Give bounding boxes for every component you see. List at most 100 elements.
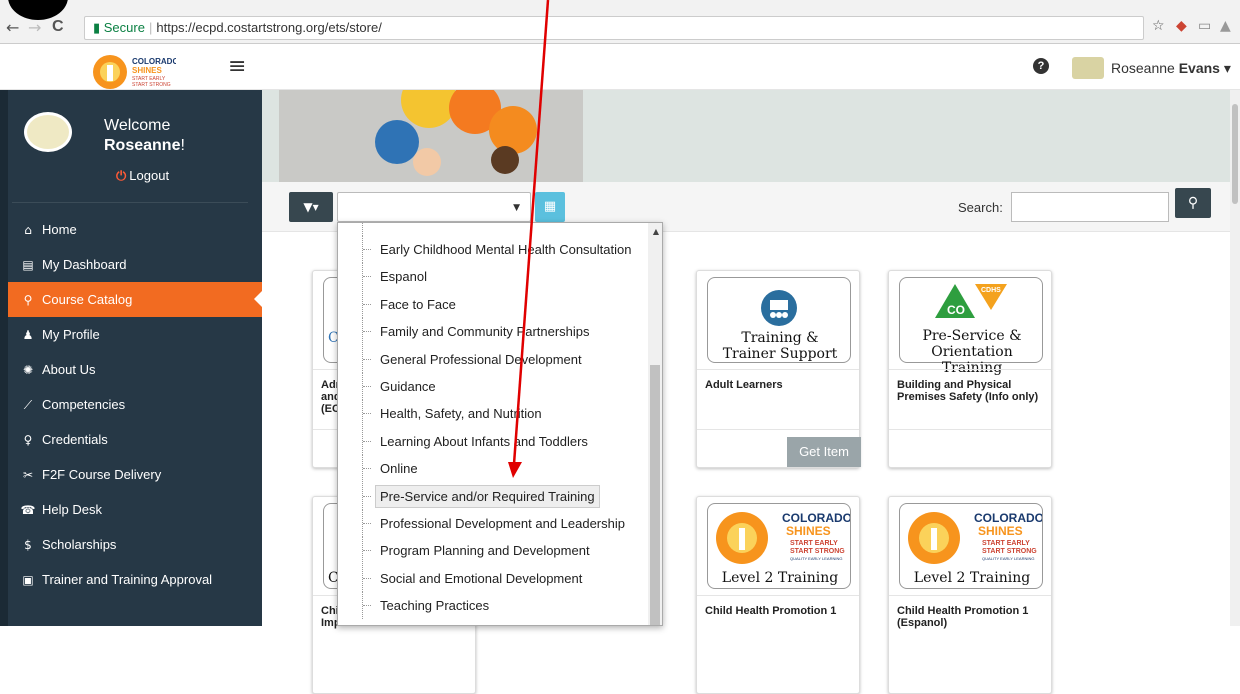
- tree-connector: [362, 263, 372, 291]
- get-item-button[interactable]: Get Item: [787, 437, 861, 467]
- card-logo-line-3: START EARLY: [982, 540, 1030, 547]
- sidebar-item-label: Trainer and Training Approval: [42, 572, 213, 587]
- course-card[interactable]: COLORADO SHINES START EARLY START STRONG…: [888, 496, 1052, 694]
- dropdown-option[interactable]: Program Planning and Development: [338, 537, 648, 565]
- dropdown-option[interactable]: Pre-Service and/or Required Training: [338, 482, 648, 510]
- cast-icon[interactable]: ▭: [1198, 18, 1211, 34]
- sidebar-item-about-us[interactable]: ✺ About Us: [8, 352, 262, 387]
- sidebar-item-competencies[interactable]: ⟋ Competencies: [8, 387, 262, 422]
- search-button[interactable]: ⚲: [1175, 188, 1211, 218]
- search-icon: ⚲: [1187, 195, 1199, 211]
- category-select[interactable]: ▼: [337, 192, 531, 222]
- scroll-up-icon[interactable]: ▲: [653, 227, 659, 236]
- category-dropdown-list[interactable]: Early Childhood Mental Health Consultati…: [337, 222, 663, 626]
- logout-link[interactable]: ⏻ Logout: [116, 168, 169, 184]
- dropdown-option[interactable]: Early Childhood Mental Health Consultati…: [338, 236, 648, 263]
- address-bar[interactable]: ▮ Secure | https://ecpd.costartstrong.org/…: [84, 16, 1144, 40]
- star-icon[interactable]: ☆: [1152, 18, 1165, 34]
- sidebar-item-my-profile[interactable]: ♟ My Profile: [8, 317, 262, 352]
- course-card[interactable]: CDHS CO Pre-Service & Orientation Traini…: [888, 270, 1052, 468]
- help-icon[interactable]: ?: [1033, 58, 1049, 74]
- sidebar-item-label: Home: [42, 222, 77, 237]
- forward-icon[interactable]: →: [28, 18, 41, 37]
- app-header: [0, 44, 1240, 90]
- sidebar-item-course-catalog[interactable]: ⚲ Course Catalog: [8, 282, 263, 317]
- sidebar-item-home[interactable]: ⌂ Home: [8, 212, 262, 247]
- card-logo-line-3: START EARLY: [790, 540, 838, 547]
- sidebar-item-icon: ♀: [23, 433, 33, 447]
- dropdown-scrollbar-thumb[interactable]: [650, 365, 660, 625]
- dropdown-option[interactable]: Social and Emotional Development: [338, 564, 648, 592]
- logo-line-4: START STRONG: [132, 82, 171, 88]
- course-image: COLORADO SHINES START EARLY START STRONG…: [707, 503, 851, 589]
- dropdown-option-label: Learning About Infants and Toddlers: [380, 433, 588, 449]
- extension-icon[interactable]: ◆: [1176, 18, 1187, 34]
- dropdown-option[interactable]: Health, Safety, and Nutrition: [338, 400, 648, 428]
- page-scrollbar-thumb[interactable]: [1232, 104, 1238, 204]
- course-image-line-2: Level 2 Training: [913, 570, 1031, 586]
- card-logo-line-2: SHINES: [978, 524, 1023, 538]
- tree-connector: [362, 592, 372, 620]
- filter-button[interactable]: ▼▾: [289, 192, 333, 222]
- dropdown-option[interactable]: General Professional Development: [338, 345, 648, 373]
- search-input[interactable]: [1011, 192, 1169, 222]
- tree-connector: [362, 318, 372, 346]
- colorado-shines-logo[interactable]: COLORADO SHINES START EARLY START STRONG: [92, 52, 179, 92]
- sidebar-item-label: Help Desk: [42, 502, 102, 517]
- sidebar-item-f2f-course-delivery[interactable]: ✂ F2F Course Delivery: [8, 457, 262, 492]
- menu-dots-icon[interactable]: ⋮: [1234, 18, 1240, 34]
- sidebar-item-scholarships[interactable]: $ Scholarships: [8, 527, 262, 562]
- sidebar-item-label: Competencies: [42, 397, 126, 412]
- dropdown-option-label: Health, Safety, and Nutrition: [380, 406, 542, 422]
- sidebar-item-help-desk[interactable]: ☎ Help Desk: [8, 492, 262, 527]
- dropdown-option[interactable]: Espanol: [338, 263, 648, 291]
- dropdown-option[interactable]: Guidance: [338, 373, 648, 400]
- course-title[interactable]: Adult Learners: [705, 379, 855, 391]
- trainer-icon: [761, 290, 797, 326]
- dropdown-option[interactable]: Teaching Practices: [338, 592, 648, 620]
- sidebar-item-my-dashboard[interactable]: ▤ My Dashboard: [8, 247, 262, 282]
- dropdown-option-label: Professional Development and Leadership: [380, 516, 625, 531]
- tree-connector: [362, 427, 372, 455]
- user-menu[interactable]: Roseanne Evans ▾: [1111, 60, 1231, 77]
- dropdown-item-partial[interactable]: [338, 223, 648, 236]
- url-separator: |: [148, 20, 153, 35]
- sidebar-item-credentials[interactable]: ♀ Credentials: [8, 422, 262, 457]
- tree-connector: [362, 564, 372, 592]
- colorado-shines-card-logo: COLORADO SHINES START EARLY START STRONG…: [908, 511, 1042, 564]
- browser-chrome: ← → C ▮ Secure | https://ecpd.costartstron…: [0, 0, 1240, 44]
- course-image-line-1: Pre-Service &: [922, 328, 1022, 344]
- course-title[interactable]: Child Health Promotion 1: [705, 605, 855, 617]
- card-divider: [889, 369, 1051, 370]
- dropdown-option[interactable]: Online: [338, 455, 648, 483]
- drive-icon[interactable]: ▲: [1220, 18, 1231, 34]
- sidebar-item-trainer-and-training-approval[interactable]: ▣ Trainer and Training Approval: [8, 562, 262, 597]
- logo-line-1: COLORADO: [132, 57, 176, 66]
- dropdown-option[interactable]: Family and Community Partnerships: [338, 318, 648, 346]
- logo-line-2: SHINES: [132, 66, 162, 75]
- chevron-down-icon: ▼: [513, 203, 520, 213]
- card-logo-line-4: START STRONG: [790, 548, 845, 555]
- dropdown-option-label: Program Planning and Development: [380, 543, 590, 559]
- back-icon[interactable]: ←: [6, 18, 19, 37]
- url-text[interactable]: https://ecpd.costartstrong.org/ets/store…: [156, 20, 381, 35]
- dropdown-option[interactable]: Professional Development and Leadership: [338, 510, 648, 537]
- course-title[interactable]: Child Health Promotion 1 (Espanol): [897, 605, 1047, 629]
- reload-icon[interactable]: C: [52, 18, 64, 36]
- course-card[interactable]: Training & Trainer Support Adult Learner…: [696, 270, 861, 468]
- calendar-icon[interactable]: ▦: [535, 192, 565, 222]
- dropdown-option[interactable]: Learning About Infants and Toddlers: [338, 427, 648, 455]
- sidebar-item-icon: ✺: [22, 363, 34, 377]
- user-caret-icon: ▾: [1223, 60, 1231, 76]
- hamburger-menu-icon[interactable]: ≡: [228, 54, 246, 79]
- dropdown-option-label: Espanol: [380, 269, 427, 285]
- cdhs-logo: CDHS CO: [935, 284, 1007, 318]
- card-logo-line-5: QUALITY EARLY LEARNING: [982, 556, 1034, 561]
- course-card[interactable]: COLORADO SHINES START EARLY START STRONG…: [696, 496, 860, 694]
- course-image: COLORADO SHINES START EARLY START STRONG…: [899, 503, 1043, 589]
- user-avatar[interactable]: [1072, 57, 1104, 79]
- dropdown-option[interactable]: Face to Face: [338, 290, 648, 318]
- logout-label: Logout: [129, 168, 170, 183]
- sidebar-item-label: My Profile: [42, 327, 100, 342]
- course-title[interactable]: Building and Physical Premises Safety (I…: [897, 379, 1047, 403]
